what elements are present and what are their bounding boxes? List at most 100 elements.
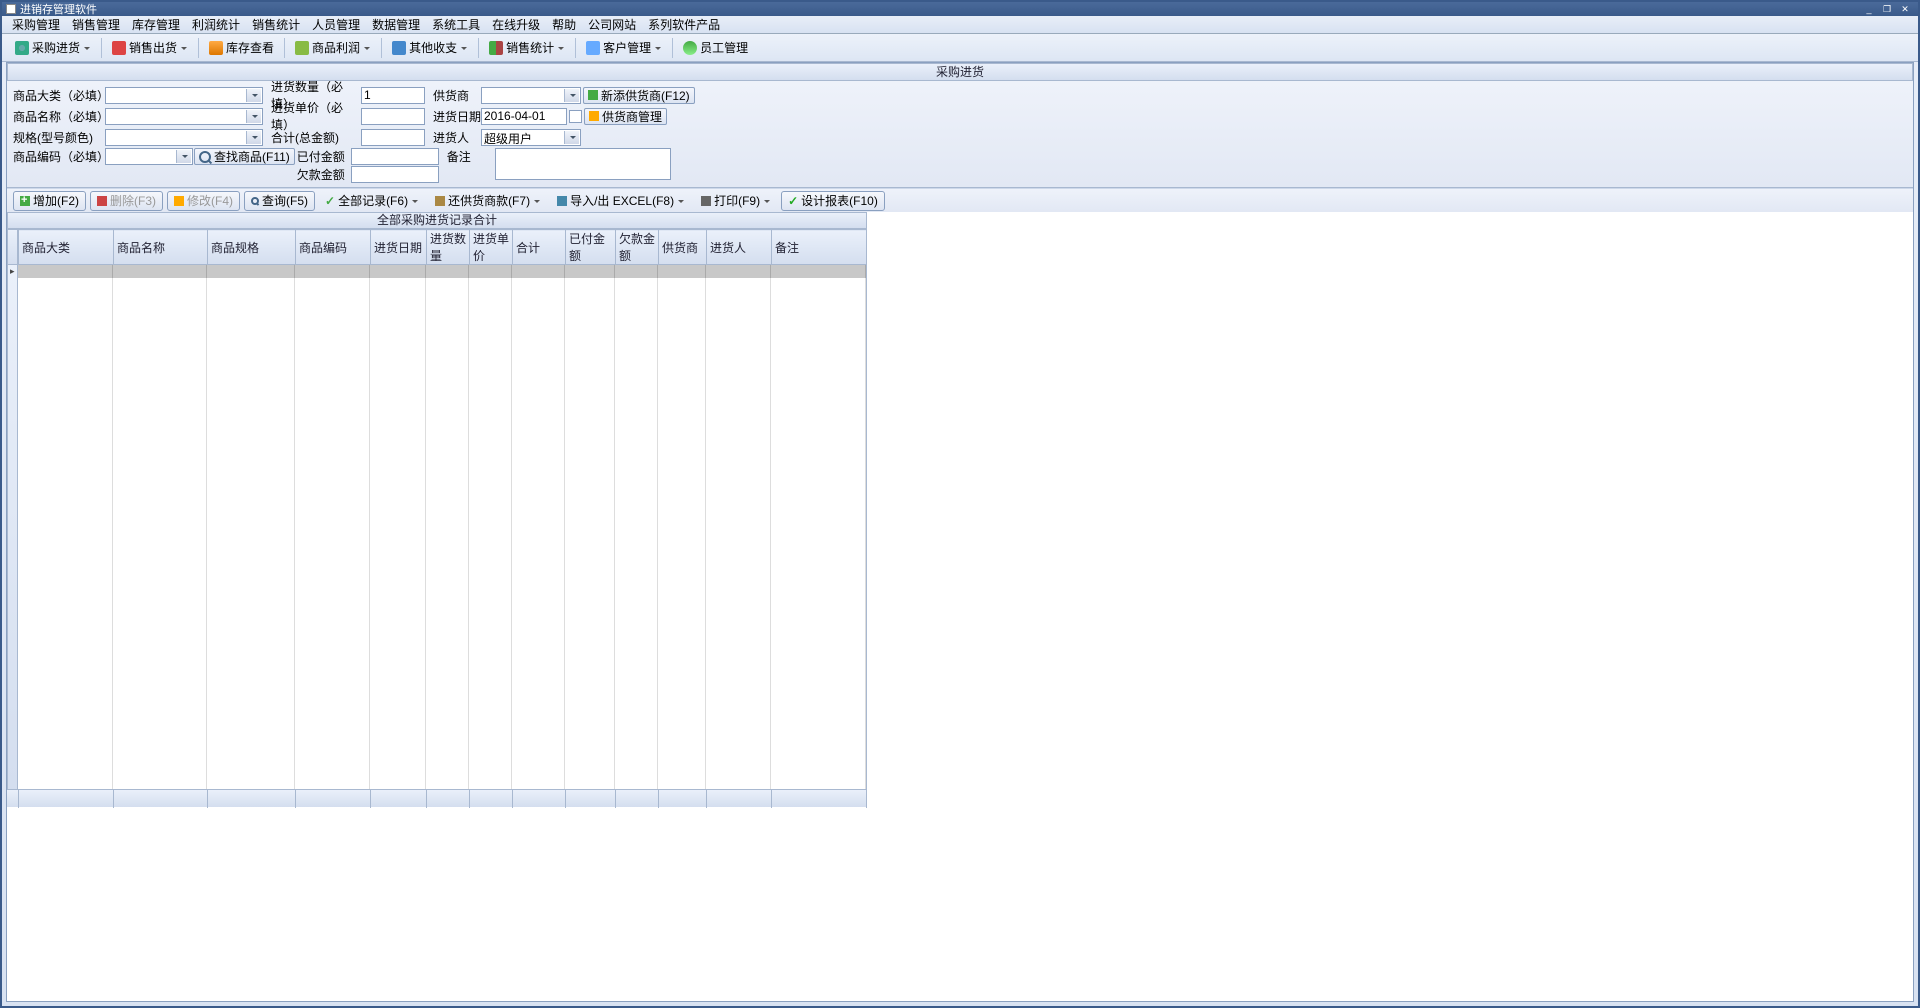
menu-item[interactable]: 公司网站 bbox=[582, 16, 642, 33]
return-money-label: 还供货商款(F7) bbox=[448, 192, 530, 209]
paid-input[interactable] bbox=[351, 148, 439, 165]
column-header[interactable]: 商品名称 bbox=[114, 230, 208, 265]
delete-button[interactable]: 删除(F3) bbox=[90, 191, 163, 211]
toolbar-button[interactable]: 库存查看 bbox=[202, 36, 281, 60]
category-label: 商品大类（必填） bbox=[13, 87, 105, 104]
name-input[interactable] bbox=[105, 108, 263, 125]
name-label: 商品名称（必填） bbox=[13, 108, 105, 125]
table-cell[interactable] bbox=[113, 265, 207, 278]
table-cell[interactable] bbox=[469, 265, 512, 278]
grid-body[interactable] bbox=[7, 265, 867, 789]
chevron-down-icon bbox=[363, 44, 371, 52]
date-input[interactable]: 2016-04-01 bbox=[481, 108, 567, 125]
menu-item[interactable]: 系列软件产品 bbox=[642, 16, 726, 33]
edit-button[interactable]: 修改(F4) bbox=[167, 191, 240, 211]
column-header[interactable]: 进货日期 bbox=[371, 230, 427, 265]
add-icon bbox=[20, 196, 30, 206]
table-cell[interactable] bbox=[18, 265, 113, 278]
date-checkbox[interactable] bbox=[569, 110, 582, 123]
cust-icon bbox=[586, 41, 600, 55]
menu-item[interactable]: 利润统计 bbox=[186, 16, 246, 33]
column-header[interactable]: 商品编码 bbox=[296, 230, 371, 265]
column-header[interactable]: 进货人 bbox=[707, 230, 772, 265]
remark-input[interactable] bbox=[495, 148, 671, 180]
table-cell[interactable] bbox=[565, 265, 615, 278]
column-header[interactable]: 供货商 bbox=[659, 230, 707, 265]
remark-label: 备注 bbox=[447, 148, 495, 165]
column-header[interactable]: 商品规格 bbox=[208, 230, 296, 265]
toolbar-separator bbox=[672, 38, 673, 58]
menu-item[interactable]: 帮助 bbox=[546, 16, 582, 33]
emp-icon bbox=[683, 41, 697, 55]
menu-item[interactable]: 库存管理 bbox=[126, 16, 186, 33]
footer-cell bbox=[707, 790, 772, 808]
design-report-button[interactable]: ✓设计报表(F10) bbox=[781, 191, 885, 211]
qty-input[interactable]: 1 bbox=[361, 87, 425, 104]
table-cell[interactable] bbox=[370, 265, 426, 278]
toolbar-separator bbox=[198, 38, 199, 58]
column-header[interactable]: 备注 bbox=[772, 230, 867, 265]
column-header[interactable]: 已付金额 bbox=[566, 230, 616, 265]
price-input[interactable] bbox=[361, 108, 425, 125]
menu-item[interactable]: 在线升级 bbox=[486, 16, 546, 33]
table-cell[interactable] bbox=[426, 265, 469, 278]
all-records-button[interactable]: ✓全部记录(F6) bbox=[319, 191, 425, 211]
spec-input[interactable] bbox=[105, 129, 263, 146]
code-input[interactable] bbox=[105, 148, 193, 165]
table-cell[interactable] bbox=[207, 265, 295, 278]
operator-input[interactable]: 超级用户 bbox=[481, 129, 581, 146]
category-input[interactable] bbox=[105, 87, 263, 104]
check-icon: ✓ bbox=[325, 194, 335, 208]
find-product-button[interactable]: 查找商品(F11) bbox=[194, 148, 295, 165]
manage-supplier-label: 供货商管理 bbox=[602, 108, 662, 125]
menu-item[interactable]: 数据管理 bbox=[366, 16, 426, 33]
owed-input[interactable] bbox=[351, 166, 439, 183]
edit-icon bbox=[589, 111, 599, 121]
add-supplier-label: 新添供货商(F12) bbox=[601, 87, 690, 104]
return-money-button[interactable]: 还供货商款(F7) bbox=[429, 191, 547, 211]
table-cell[interactable] bbox=[706, 265, 771, 278]
footer-cell bbox=[296, 790, 371, 808]
selected-row[interactable] bbox=[18, 265, 866, 278]
add-button[interactable]: 增加(F2) bbox=[13, 191, 86, 211]
menu-item[interactable]: 系统工具 bbox=[426, 16, 486, 33]
add-supplier-button[interactable]: 新添供货商(F12) bbox=[583, 87, 695, 104]
column-header[interactable]: 商品大类 bbox=[19, 230, 114, 265]
chevron-down-icon bbox=[83, 44, 91, 52]
toolbar-button[interactable]: 销售出货 bbox=[105, 36, 195, 60]
query-button[interactable]: 查询(F5) bbox=[244, 191, 315, 211]
maximize-button[interactable]: ❐ bbox=[1878, 3, 1896, 15]
toolbar-button[interactable]: 其他收支 bbox=[385, 36, 475, 60]
paid-label: 已付金额 bbox=[297, 148, 351, 165]
cart-icon bbox=[15, 41, 29, 55]
menu-item[interactable]: 采购管理 bbox=[6, 16, 66, 33]
table-cell[interactable] bbox=[615, 265, 658, 278]
column-header[interactable]: 欠款金额 bbox=[616, 230, 659, 265]
app-icon bbox=[6, 4, 16, 14]
toolbar-button[interactable]: 商品利润 bbox=[288, 36, 378, 60]
total-input[interactable] bbox=[361, 129, 425, 146]
manage-supplier-button[interactable]: 供货商管理 bbox=[584, 108, 667, 125]
minimize-button[interactable]: _ bbox=[1860, 3, 1878, 15]
toolbar-button[interactable]: 销售统计 bbox=[482, 36, 572, 60]
export-button[interactable]: 导入/出 EXCEL(F8) bbox=[551, 191, 691, 211]
table-cell[interactable] bbox=[295, 265, 370, 278]
toolbar-button[interactable]: 员工管理 bbox=[676, 36, 755, 60]
toolbar-button[interactable]: 采购进货 bbox=[8, 36, 98, 60]
menu-item[interactable]: 销售管理 bbox=[66, 16, 126, 33]
supplier-input[interactable] bbox=[481, 87, 581, 104]
table-cell[interactable] bbox=[771, 265, 866, 278]
column-header[interactable]: 进货单价 bbox=[470, 230, 513, 265]
table-cell[interactable] bbox=[512, 265, 565, 278]
code-label: 商品编码（必填） bbox=[13, 148, 105, 165]
print-button[interactable]: 打印(F9) bbox=[695, 191, 777, 211]
menu-item[interactable]: 销售统计 bbox=[246, 16, 306, 33]
column-header[interactable]: 进货数量 bbox=[427, 230, 470, 265]
toolbar-button[interactable]: 客户管理 bbox=[579, 36, 669, 60]
chevron-down-icon bbox=[411, 197, 419, 205]
column-header[interactable]: 合计 bbox=[513, 230, 566, 265]
close-button[interactable]: ✕ bbox=[1896, 3, 1914, 15]
app-title: 进销存管理软件 bbox=[20, 1, 97, 17]
menu-item[interactable]: 人员管理 bbox=[306, 16, 366, 33]
table-cell[interactable] bbox=[658, 265, 706, 278]
